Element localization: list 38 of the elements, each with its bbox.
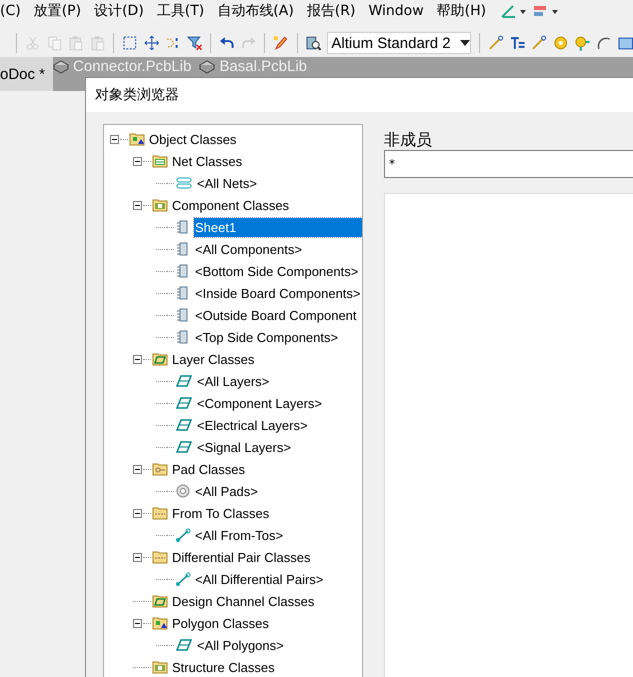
tree-item[interactable]: <All Nets> [196, 174, 258, 192]
tree-item[interactable]: Differential Pair Classes [171, 548, 312, 566]
menu-item[interactable]: (C) [0, 3, 21, 19]
menu-item[interactable]: 帮助(H) [436, 2, 486, 20]
tree-item[interactable]: <All Pads> [194, 482, 259, 500]
menu-item[interactable]: 自动布线(A) [217, 2, 294, 20]
tree-item[interactable]: <Top Side Components> [194, 328, 340, 346]
tree-item[interactable]: Polygon Classes [171, 614, 270, 632]
tree-item[interactable]: Net Classes [171, 152, 244, 170]
tree-item[interactable]: <Outside Board Component [194, 306, 358, 324]
tree-item[interactable]: <All Layers> [196, 372, 270, 390]
tree-item[interactable]: Design Channel Classes [171, 592, 316, 610]
tree-item[interactable]: <All From-Tos> [194, 526, 284, 544]
tree-item[interactable]: <All Polygons> [196, 636, 285, 654]
tree-item[interactable]: Sheet1 [194, 218, 362, 236]
menu-item[interactable]: 设计(D) [94, 2, 144, 20]
filter-field[interactable]: * [384, 150, 633, 178]
tree-item[interactable]: From To Classes [171, 504, 270, 522]
document-tab[interactable]: oDoc * [0, 57, 54, 91]
tree-item[interactable]: Pad Classes [171, 460, 246, 478]
menu-item[interactable]: 报告(R) [306, 2, 356, 20]
tree-item[interactable]: <Bottom Side Components> [194, 262, 360, 280]
tree-item[interactable]: <Inside Board Components> [194, 284, 362, 302]
field-label: 非成员 [384, 130, 433, 150]
dialog-title: 对象类浏览器 [86, 78, 633, 112]
menu-item[interactable]: 工具(T) [156, 2, 204, 20]
standard-dropdown[interactable]: Altium Standard 2 [327, 32, 472, 54]
menu-item[interactable]: Window [368, 3, 424, 19]
tree-item[interactable]: Component Classes [171, 196, 290, 214]
tree-item[interactable]: Layer Classes [171, 350, 256, 368]
tree-item[interactable]: <All Components> [194, 240, 303, 258]
tree-item[interactable]: <Component Layers> [196, 394, 324, 412]
tree-item[interactable]: Structure Classes [171, 658, 276, 676]
tree-item[interactable]: Object Classes [148, 130, 238, 148]
tree-item[interactable]: <All Differential Pairs> [194, 570, 324, 588]
tree-item[interactable]: <Signal Layers> [196, 438, 292, 456]
tree-item[interactable]: <Electrical Layers> [196, 416, 309, 434]
menu-item[interactable]: 放置(P) [34, 2, 82, 20]
